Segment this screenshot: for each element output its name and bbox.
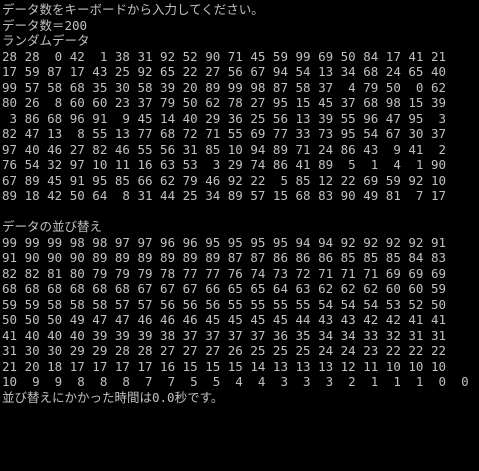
sort-timing-line: 並び替えにかかった時間は0.0秒です。: [2, 389, 224, 405]
random-data-row: 67 89 45 91 95 85 66 62 79 46 92 22 5 85…: [2, 172, 447, 188]
random-data-header: ランダムデータ: [2, 33, 90, 48]
sorted-data-row: 59 59 58 58 58 57 57 56 56 56 55 55 55 5…: [2, 296, 447, 312]
random-data-row: 80 26 8 60 60 23 37 79 50 62 78 27 95 15…: [2, 95, 447, 110]
random-data-row: 82 47 13 8 55 13 77 68 72 71 55 69 77 33…: [2, 126, 447, 141]
sorted-data-row: 99 99 99 98 98 97 97 96 96 95 95 95 95 9…: [2, 234, 447, 250]
random-data-row: 97 40 46 27 82 46 55 56 31 85 10 94 89 7…: [2, 141, 447, 157]
random-data-row: 17 59 87 17 43 25 92 65 22 27 56 67 94 5…: [2, 64, 447, 79]
sorted-data-row: 31 30 30 29 29 28 28 27 27 27 26 25 25 2…: [2, 343, 447, 358]
sorted-data-row: 91 90 90 90 89 89 89 89 89 89 87 87 86 8…: [2, 250, 447, 265]
sorted-data-row: 82 82 81 80 79 79 79 78 77 77 76 74 73 7…: [2, 265, 447, 281]
sorted-data-row: 21 20 18 17 17 17 17 16 15 15 15 14 13 1…: [2, 358, 447, 374]
random-data-row: 89 18 42 50 64 8 31 44 25 34 89 57 15 68…: [2, 188, 447, 203]
console-window[interactable]: データ数をキーボードから入力してください。 データ数＝200 ランダムデータ 2…: [0, 0, 479, 471]
sorted-data-row: 10 9 9 8 8 8 7 7 5 5 4 4 3 3 3 2 1 1 1 0…: [2, 374, 469, 389]
sorted-data-row: 68 68 68 68 68 68 67 67 67 66 65 65 64 6…: [2, 281, 447, 296]
random-data-row: 28 28 0 42 1 38 31 92 52 90 71 45 59 99 …: [2, 48, 447, 64]
sorted-data-header: データの並び替え: [2, 219, 103, 234]
random-data-row: 76 54 32 97 10 11 16 63 53 3 29 74 86 41…: [2, 157, 447, 172]
sorted-data-row: 50 50 50 49 47 47 46 46 46 45 45 45 45 4…: [2, 312, 447, 327]
sorted-data-row: 41 40 40 40 39 39 39 38 37 37 37 37 36 3…: [2, 327, 447, 343]
random-data-row: 3 86 68 96 91 9 45 14 40 29 36 25 56 13 …: [2, 110, 447, 126]
input-line: データ数＝200: [2, 17, 88, 33]
random-data-row: 99 57 58 68 35 30 58 39 20 89 99 98 87 5…: [2, 79, 447, 95]
prompt-line: データ数をキーボードから入力してください。: [2, 2, 264, 17]
